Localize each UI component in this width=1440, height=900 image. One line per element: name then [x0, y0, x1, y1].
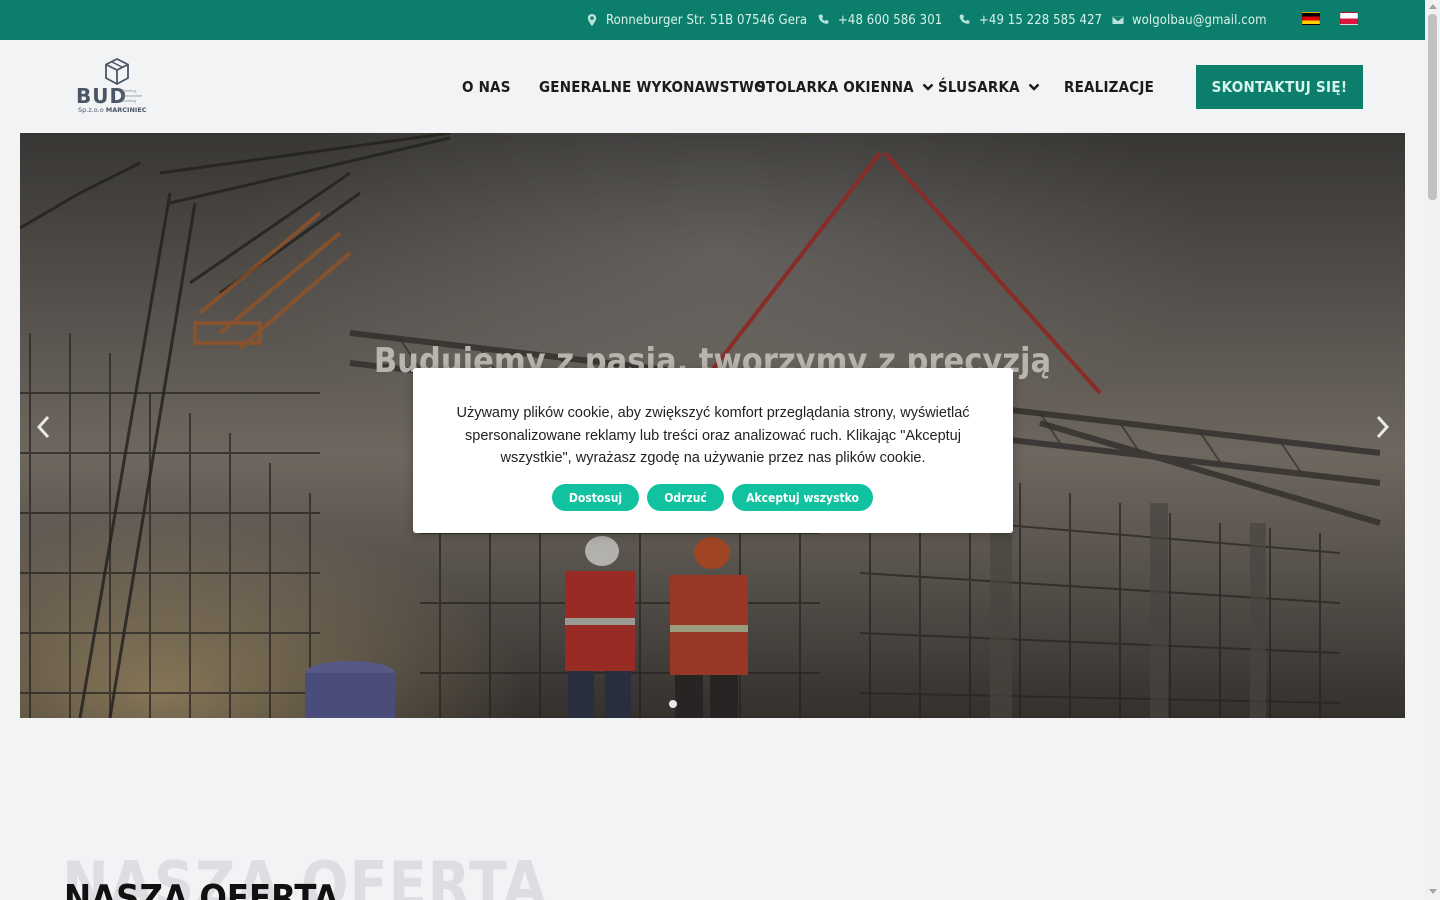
section-title: NASZA OFERTA — [64, 878, 339, 900]
nav-item-generalne-wykonawstwo[interactable]: GENERALNE WYKONAWSTWO — [539, 40, 766, 133]
cookie-consent-dialog: Używamy plików cookie, aby zwiększyć kom… — [413, 368, 1013, 533]
email-link[interactable]: wolgolbau@gmail.com — [1112, 0, 1267, 40]
site-header: BUD Roofing Conception Building Sp.z.o.o… — [0, 40, 1425, 133]
map-pin-icon — [587, 14, 597, 26]
chevron-down-icon — [922, 83, 934, 91]
envelope-icon — [1112, 16, 1124, 24]
company-logo[interactable]: BUD Roofing Conception Building Sp.z.o.o… — [76, 58, 156, 118]
scroll-down-arrow-icon[interactable] — [1429, 889, 1437, 894]
nav-item-label: ŚLUSARKA — [938, 77, 1020, 96]
cookie-accept-all-button[interactable]: Akceptuj wszystko — [732, 484, 873, 511]
de-flag-icon[interactable] — [1302, 12, 1320, 25]
logo-subtext: Sp.z.o.o MARCINIEC — [78, 106, 147, 114]
phone-icon — [818, 14, 829, 24]
scrollbar-thumb[interactable] — [1428, 14, 1437, 200]
nav-item-label: REALIZACJE — [1064, 77, 1155, 96]
nav-item-o-nas[interactable]: O NAS — [462, 40, 511, 133]
pl-flag-icon[interactable] — [1340, 12, 1358, 25]
nav-item-slusarka[interactable]: ŚLUSARKA — [938, 40, 1040, 133]
phone2-link[interactable]: +49 15 228 585 427 — [959, 0, 1102, 40]
phone-icon — [959, 14, 970, 24]
slider-next-arrow-icon[interactable] — [1372, 413, 1392, 441]
slider-prev-arrow-icon[interactable] — [34, 413, 54, 441]
logo-tiny-text: Roofing Conception Building — [122, 88, 143, 103]
phone2-text: +49 15 228 585 427 — [979, 12, 1103, 28]
email-text: wolgolbau@gmail.com — [1132, 12, 1267, 28]
page-scrollbar[interactable] — [1425, 0, 1440, 900]
address-info: Ronneburger Str. 51B 07546 Gera — [586, 0, 807, 40]
logo-sub-name: MARCINIEC — [105, 106, 147, 114]
logo-text: BUD — [76, 84, 128, 108]
nav-item-stolarka-okienna[interactable]: STOLARKA OKIENNA — [756, 40, 934, 133]
cube-logo-icon — [105, 58, 129, 86]
nav-item-label: STOLARKA OKIENNA — [756, 77, 914, 96]
nav-item-label: GENERALNE WYKONAWSTWO — [539, 77, 766, 96]
slider-pagination-dot[interactable] — [669, 700, 677, 708]
cookie-customize-button[interactable]: Dostosuj — [552, 484, 639, 511]
scroll-up-arrow-icon[interactable] — [1429, 4, 1437, 9]
phone1-text: +48 600 586 301 — [838, 12, 943, 28]
nav-item-label: O NAS — [462, 77, 511, 96]
contact-cta-button[interactable]: SKONTAKTUJ SIĘ! — [1196, 65, 1363, 109]
address-text: Ronneburger Str. 51B 07546 Gera — [606, 12, 808, 28]
cookie-reject-button[interactable]: Odrzuć — [647, 484, 724, 511]
chevron-down-icon — [1028, 83, 1040, 91]
phone1-link[interactable]: +48 600 586 301 — [818, 0, 942, 40]
nav-item-realizacje[interactable]: REALIZACJE — [1064, 40, 1154, 133]
cookie-consent-text: Używamy plików cookie, aby zwiększyć kom… — [456, 405, 970, 466]
logo-sub-prefix: Sp.z.o.o — [78, 106, 104, 114]
top-info-bar: Ronneburger Str. 51B 07546 Gera +48 600 … — [0, 0, 1425, 40]
